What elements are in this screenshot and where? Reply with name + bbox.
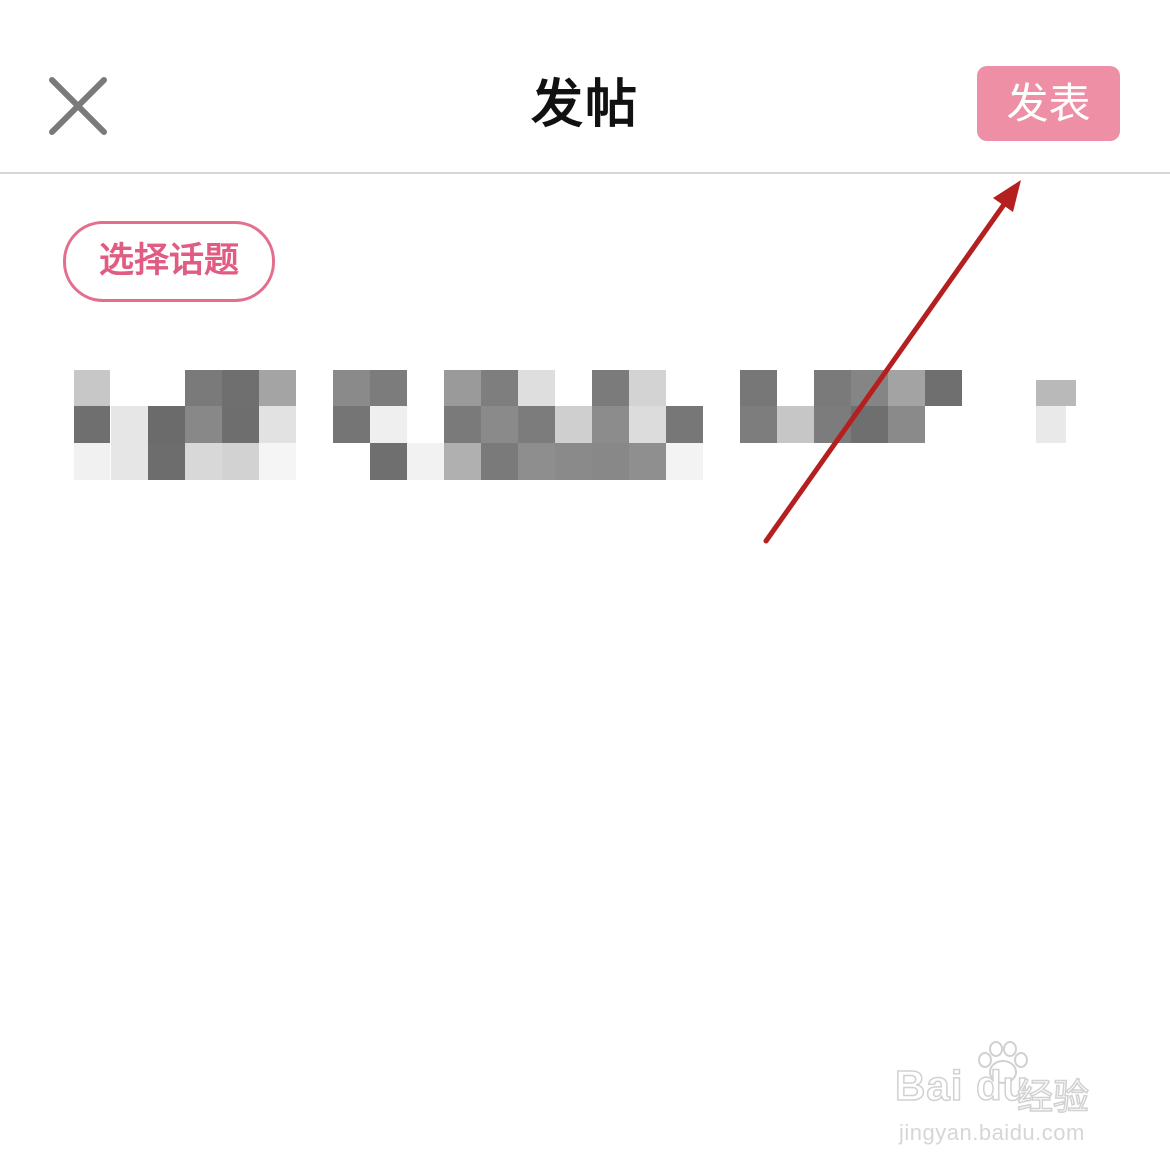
publish-button[interactable]: 发表 [977,66,1120,141]
watermark-url: jingyan.baidu.com [899,1120,1085,1145]
mosaic-row-1 [74,370,1076,406]
header-divider [0,172,1170,174]
select-topic-button[interactable]: 选择话题 [63,221,275,302]
mosaic-row-3 [74,443,703,480]
watermark-brand: Bai du [894,1061,1030,1110]
annotation-arrow [763,180,1021,544]
top-bar: 发帖 发表 [0,0,1170,174]
post-content-pixelated[interactable] [70,370,1080,485]
watermark-label: 经验 [1016,1076,1090,1119]
baidu-jingyan-watermark: Bai du 经验 jingyan.baidu.com [894,1040,1135,1160]
mosaic-row-2 [74,406,1066,443]
